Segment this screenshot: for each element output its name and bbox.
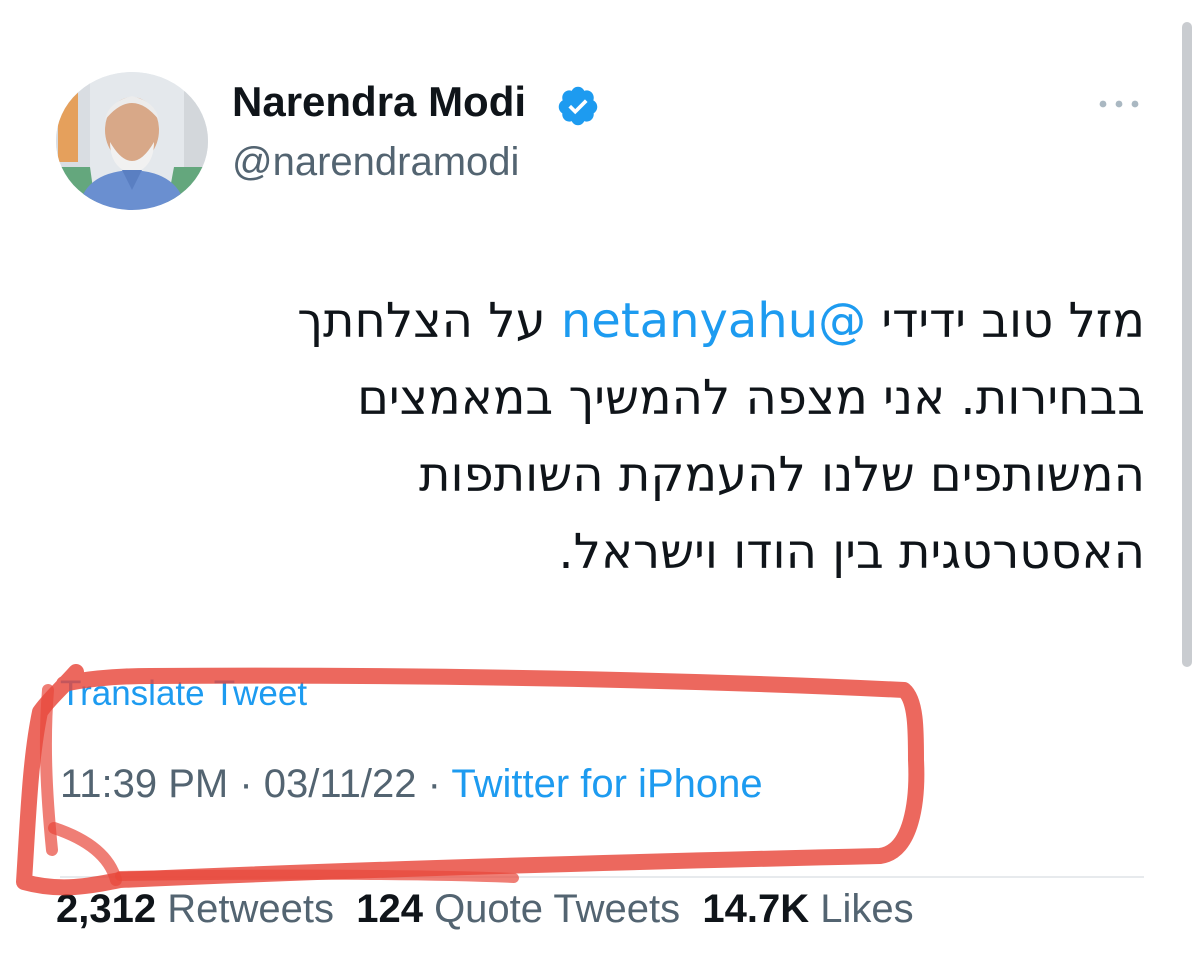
display-name[interactable]: Narendra Modi [232, 78, 526, 126]
tweet-date[interactable]: 03/11/22 [264, 762, 417, 806]
translate-tweet-link[interactable]: Translate Tweet [60, 674, 307, 714]
verified-badge-icon [558, 86, 598, 126]
avatar[interactable] [56, 72, 208, 210]
mention-link[interactable]: @netanyahu [561, 293, 866, 349]
retweets-label: Retweets [156, 887, 334, 931]
tweet-source-link[interactable]: Twitter for iPhone [451, 762, 762, 806]
meta-separator: · [228, 762, 264, 806]
tweet-time[interactable]: 11:39 PM [60, 762, 228, 806]
tweet-text: מזל טוב ידידי @netanyahu על הצלחתך בבחיר… [250, 283, 1145, 591]
meta-separator: · [416, 762, 452, 806]
quote-tweets-stat[interactable]: 124 Quote Tweets [356, 887, 680, 931]
retweets-count: 2,312 [56, 887, 157, 931]
retweets-stat[interactable]: 2,312 Retweets [56, 887, 334, 931]
avatar-photo [56, 72, 208, 210]
handle[interactable]: @narendramodi [232, 140, 519, 185]
tweet-text-before: מזל טוב ידידי [866, 293, 1145, 349]
tweet-metadata: 11:39 PM · 03/11/22 · Twitter for iPhone [60, 762, 763, 807]
more-options-icon[interactable] [1096, 92, 1142, 116]
engagement-stats: 2,312 Retweets 124 Quote Tweets 14.7K Li… [56, 887, 914, 932]
likes-label: Likes [809, 887, 914, 931]
tweet-detail: Narendra Modi @narendramodi מזל טוב ידיד… [0, 0, 1200, 961]
quote-tweets-count: 124 [356, 887, 423, 931]
quote-tweets-label: Quote Tweets [422, 887, 681, 931]
likes-stat[interactable]: 14.7K Likes [702, 887, 913, 931]
divider [60, 876, 1144, 878]
likes-count: 14.7K [702, 887, 810, 931]
scrollbar[interactable] [1182, 22, 1192, 667]
